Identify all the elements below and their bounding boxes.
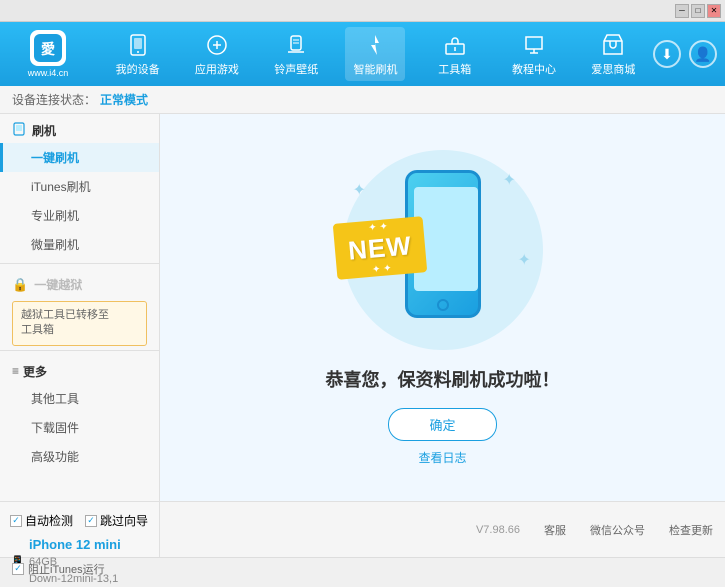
close-btn[interactable]: ✕ [707,4,721,18]
tutorial-icon [520,31,548,59]
footer-left: ✓ 阻止iTunes运行 [12,561,713,577]
bottom-wrapper: ✓ 自动检测 ✓ 跳过向导 📱 iPhone 12 mini 64GB Down… [0,501,725,557]
more-section-icon: ≡ [12,364,19,378]
buy-device-icon [599,31,627,59]
stop-itunes-label[interactable]: ✓ 阻止iTunes运行 [12,561,713,577]
nav-apps-games[interactable]: 应用游戏 [187,27,247,81]
nav-buy-device[interactable]: 爱思商城 [583,27,643,81]
status-label: 设备连接状态： [12,91,96,108]
nav-toolbox-label: 工具箱 [438,61,471,77]
logo[interactable]: 愛 www.i4.cn [8,30,88,78]
flash-section-icon [12,122,26,139]
footer-check-update[interactable]: 检查更新 [669,522,713,538]
sidebar-divider-1 [0,263,159,264]
new-badge: ✦ ✦ NEW ✦ ✦ [332,216,427,280]
skip-wizard-label: 跳过向导 [100,512,148,529]
nav-tutorial-label: 教程中心 [512,61,556,77]
sidebar-item-pro-flash[interactable]: 专业刷机 [0,201,159,230]
new-badge-text: NEW [346,229,412,265]
lock-icon: 🔒 [12,277,28,293]
sparkle-2: ✦ [503,170,516,190]
nav-smart-flash-label: 智能刷机 [353,61,397,77]
new-badge-bottom-stars: ✦ ✦ [371,262,391,275]
header-actions: ⬇ 👤 [653,40,717,68]
skip-wizard-box[interactable]: ✓ [85,515,97,527]
user-btn[interactable]: 👤 [689,40,717,68]
sidebar-item-other-tools[interactable]: 其他工具 [0,384,159,413]
sidebar-item-mini-flash[interactable]: 微量刷机 [0,230,159,259]
header: 愛 www.i4.cn 我的设备 应用游戏 铃声壁纸 [0,22,725,86]
sparkle-3: ✦ [518,250,531,270]
sidebar-item-download-firmware[interactable]: 下载固件 [0,413,159,442]
toolbox-icon [441,31,469,59]
phone-illustration: ✦ ✦ ✦ ✦ ✦ NEW ✦ ✦ [333,150,553,350]
content-area: ✦ ✦ ✦ ✦ ✦ NEW ✦ ✦ 恭喜您，保资料刷机成功啦！ 确定 查看日志 [160,114,725,501]
jailbreak-note: 越狱工具已转移至工具箱 [12,301,147,346]
window-controls[interactable]: ─ □ ✕ [675,4,721,18]
auto-connect-box[interactable]: ✓ [10,515,22,527]
sidebar-divider-2 [0,350,159,351]
logo-url: www.i4.cn [28,68,69,78]
sidebar-section-more: ≡ 更多 [0,355,159,384]
nav-smart-flash[interactable]: 智能刷机 [345,27,405,81]
again-link[interactable]: 查看日志 [418,449,466,466]
maximize-btn[interactable]: □ [691,4,705,18]
sidebar-section-jailbreak: 🔒 一键越狱 [0,268,159,297]
nav-my-device-label: 我的设备 [116,61,160,77]
auto-connect-label: 自动检测 [25,512,73,529]
nav-ringtone[interactable]: 铃声壁纸 [266,27,326,81]
footer-customer-service[interactable]: 客服 [544,522,566,538]
status-bar: 设备连接状态： 正常模式 [0,86,725,114]
bottom-right: V7.98.66 客服 微信公众号 检查更新 [160,502,725,557]
apps-games-icon [203,31,231,59]
sparkle-1: ✦ [353,180,366,200]
footer-bar: ✓ 阻止iTunes运行 [0,557,725,579]
ringtone-icon [282,31,310,59]
success-message: 恭喜您，保资料刷机成功啦！ [326,366,560,392]
title-bar: ─ □ ✕ [0,0,725,22]
nav-buy-device-label: 爱思商城 [591,61,635,77]
footer-wechat[interactable]: 微信公众号 [590,522,645,538]
smart-flash-icon [361,31,389,59]
bottom-left: ✓ 自动检测 ✓ 跳过向导 📱 iPhone 12 mini 64GB Down… [0,502,160,557]
nav-tutorial[interactable]: 教程中心 [504,27,564,81]
flash-section-title: 刷机 [32,122,56,139]
nav-bar: 我的设备 应用游戏 铃声壁纸 智能刷机 工具箱 [98,27,653,81]
minimize-btn[interactable]: ─ [675,4,689,18]
stop-itunes-text: 阻止iTunes运行 [28,561,105,577]
sidebar-section-flash: 刷机 [0,114,159,143]
checkbox-row: ✓ 自动检测 ✓ 跳过向导 [10,508,149,533]
stop-itunes-box[interactable]: ✓ [12,563,24,575]
logo-icon: 愛 [30,30,66,66]
download-btn[interactable]: ⬇ [653,40,681,68]
status-value: 正常模式 [100,91,148,108]
sidebar-item-advanced[interactable]: 高级功能 [0,442,159,471]
device-name: iPhone 12 mini [29,537,121,552]
main-layout: 刷机 一键刷机 iTunes刷机 专业刷机 微量刷机 🔒 一键越狱 越狱工具已转… [0,114,725,501]
sidebar-item-itunes-flash[interactable]: iTunes刷机 [0,172,159,201]
skip-wizard-checkbox[interactable]: ✓ 跳过向导 [85,512,148,529]
my-device-icon [124,31,152,59]
nav-ringtone-label: 铃声壁纸 [274,61,318,77]
phone-home [437,299,449,311]
version: V7.98.66 [476,524,520,536]
jailbreak-section-title: 一键越狱 [34,276,82,293]
sidebar: 刷机 一键刷机 iTunes刷机 专业刷机 微量刷机 🔒 一键越狱 越狱工具已转… [0,114,160,501]
sidebar-item-one-click-flash[interactable]: 一键刷机 [0,143,159,172]
nav-my-device[interactable]: 我的设备 [108,27,168,81]
nav-toolbox[interactable]: 工具箱 [425,27,485,81]
confirm-button[interactable]: 确定 [388,408,496,441]
svg-text:愛: 愛 [41,41,55,57]
auto-connect-checkbox[interactable]: ✓ 自动检测 [10,512,73,529]
more-section-title: 更多 [23,363,47,380]
nav-apps-games-label: 应用游戏 [195,61,239,77]
